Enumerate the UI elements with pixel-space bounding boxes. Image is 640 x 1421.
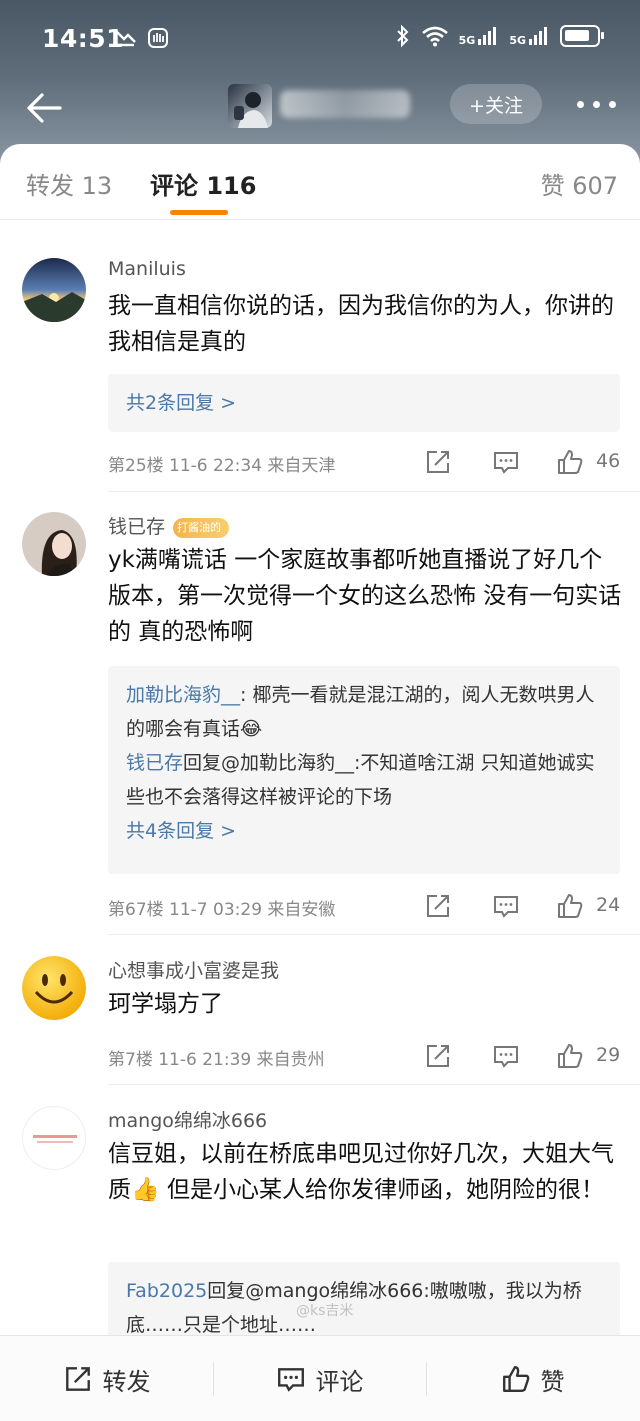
reply-icon[interactable]	[492, 1042, 520, 1070]
avatar[interactable]	[22, 512, 86, 576]
username[interactable]: 心想事成小富婆是我	[108, 956, 279, 983]
reply-author[interactable]: 钱已存	[126, 752, 183, 774]
divider	[108, 491, 640, 492]
username[interactable]: Maniluis	[108, 258, 186, 280]
comment-meta: 第67楼 11-7 03:29 来自安徽	[108, 900, 336, 920]
share-icon[interactable]	[424, 448, 452, 476]
comment-text: yk满嘴谎话 一个家庭故事都听她直播说了好几个版本，第一次觉得一个女的这么恐怖 …	[108, 547, 622, 645]
fan-badge: 打酱油的	[173, 518, 230, 538]
more-replies-link[interactable]: 共4条回复 >	[126, 814, 602, 848]
more-replies-link[interactable]: 共2条回复 >	[126, 386, 602, 420]
tab-bar: 转发 13 评论 116 赞 607	[0, 144, 640, 220]
comment-icon	[277, 1368, 304, 1392]
like-count: 24	[596, 894, 621, 916]
status-bar: 14:51 5G 5G	[0, 0, 640, 78]
hand-icon	[148, 28, 168, 48]
follow-button[interactable]: +关注	[450, 84, 542, 124]
status-time: 14:51	[42, 24, 125, 53]
like-count: 29	[596, 1044, 621, 1066]
reply-author[interactable]: 加勒比海豹__	[126, 684, 240, 706]
divider	[108, 934, 640, 935]
portrait-avatar-icon	[22, 512, 86, 576]
signal-1: 5G	[459, 26, 500, 46]
share-icon[interactable]	[424, 1042, 452, 1070]
comment-meta: 第25楼 11-6 22:34 来自天津	[108, 456, 336, 476]
tab-comments[interactable]: 评论 116	[150, 166, 256, 201]
bluetooth-icon	[396, 24, 409, 48]
signal-icon	[529, 27, 547, 45]
share-icon	[65, 1367, 90, 1391]
reply-text: 回复@加勒比海豹__:不知道啥江湖 只知道她诚实些也不会落得这样被评论的下场	[126, 752, 595, 808]
comment-text: 信豆姐，以前在桥底串吧见过你好几次，大姐大气质👍 但是小心某人给你发律师函，她阴…	[108, 1141, 614, 1203]
author-avatar[interactable]	[228, 84, 272, 128]
like-label: 赞	[540, 1367, 565, 1396]
avatar[interactable]	[22, 258, 86, 322]
repost-button[interactable]: 转发	[0, 1336, 213, 1421]
reply-icon[interactable]	[492, 892, 520, 920]
landscape-avatar-icon	[22, 258, 86, 322]
tab-likes[interactable]: 赞 607	[541, 166, 618, 201]
username: 钱已存 打酱油的	[108, 512, 230, 539]
reply-icon[interactable]	[492, 448, 520, 476]
username[interactable]: mango绵绵冰666	[108, 1106, 267, 1133]
wifi-icon	[421, 26, 448, 47]
text-logo-avatar-icon	[33, 1135, 77, 1143]
reply-line: Fab2025回复@mango绵绵冰666:嗷嗷嗷，我以为桥底……只是个地址……	[126, 1274, 602, 1342]
username-text[interactable]: 钱已存	[108, 516, 165, 538]
person-silhouette-icon	[234, 92, 268, 128]
back-arrow-icon[interactable]	[22, 86, 66, 130]
comment-meta: 第7楼 11-6 21:39 来自贵州	[108, 1050, 325, 1070]
avatar[interactable]	[22, 1106, 86, 1170]
author-name-blurred	[280, 90, 410, 118]
reply-box[interactable]: Fab2025回复@mango绵绵冰666:嗷嗷嗷，我以为桥底……只是个地址……	[108, 1262, 620, 1342]
bottom-action-bar: 转发 评论 赞	[0, 1335, 640, 1421]
reply-box[interactable]: 共2条回复 >	[108, 374, 620, 432]
reply-line: 加勒比海豹__: 椰壳一看就是混江湖的，阅人无数哄男人的哪会有真话😂	[126, 678, 602, 746]
signal-icon	[478, 27, 497, 45]
comment-text: 珂学塌方了	[108, 991, 223, 1017]
active-tab-indicator	[170, 210, 228, 215]
reply-box[interactable]: 加勒比海豹__: 椰壳一看就是混江湖的，阅人无数哄男人的哪会有真话😂 钱已存回复…	[108, 666, 620, 874]
signal-2: 5G	[509, 26, 550, 46]
avatar[interactable]	[22, 956, 86, 1020]
reply-author[interactable]: Fab2025	[126, 1280, 207, 1302]
like-count: 46	[596, 450, 621, 472]
like-icon[interactable]	[556, 892, 584, 920]
smiley-face-icon	[22, 956, 86, 1020]
divider	[108, 1084, 640, 1085]
comment-button[interactable]: 评论	[213, 1336, 426, 1421]
tab-repost[interactable]: 转发 13	[26, 166, 112, 201]
reply-line: 钱已存回复@加勒比海豹__:不知道啥江湖 只知道她诚实些也不会落得这样被评论的下…	[126, 746, 602, 814]
like-button[interactable]: 赞	[426, 1336, 639, 1421]
battery-icon	[560, 25, 604, 47]
comment-label: 评论	[315, 1367, 364, 1396]
more-options-icon[interactable]	[572, 92, 620, 116]
like-icon	[502, 1366, 529, 1392]
comment-text: 我一直相信你说的话，因为我信你的为人，你讲的我相信是真的	[108, 293, 614, 355]
nav-bar: +关注	[0, 78, 640, 138]
badge-text: 打酱油的	[177, 521, 222, 534]
like-icon[interactable]	[556, 1042, 584, 1070]
repost-label: 转发	[102, 1367, 151, 1396]
share-icon[interactable]	[424, 892, 452, 920]
call-forward-icon	[116, 31, 136, 47]
like-icon[interactable]	[556, 448, 584, 476]
watermark: @ks吉米	[296, 1303, 354, 1319]
